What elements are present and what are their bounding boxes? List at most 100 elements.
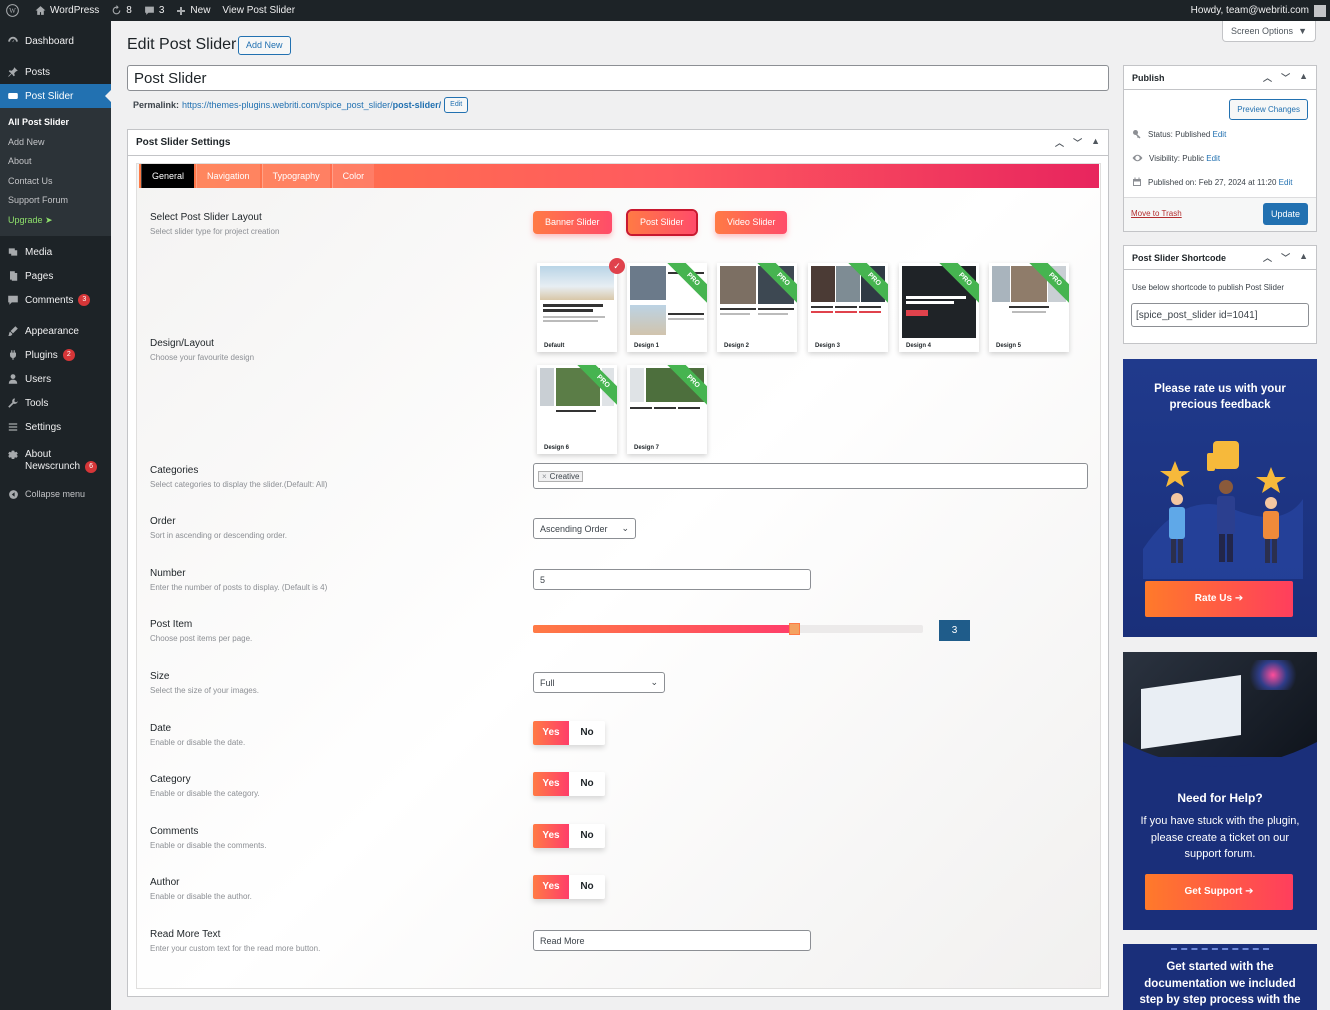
- publish-box: Publish ︿ ﹀ ▲ Preview Changes Status: Pu…: [1123, 65, 1317, 232]
- read-more-input[interactable]: [533, 930, 811, 951]
- order-value: Ascending Order: [540, 523, 608, 534]
- design-card-default[interactable]: Default: [537, 263, 617, 352]
- menu-dashboard[interactable]: Dashboard: [0, 29, 111, 53]
- new-content-link[interactable]: New: [170, 0, 216, 21]
- category-chip[interactable]: × Creative: [538, 470, 584, 482]
- chevron-down-icon: ⌄: [650, 677, 658, 687]
- rate-us-button[interactable]: Rate Us ➔: [1145, 581, 1293, 617]
- design-card-3[interactable]: PRO Design 3: [808, 263, 888, 352]
- submenu-about[interactable]: About: [0, 152, 111, 172]
- admin-sidebar: Dashboard Posts Post Slider All Post Sli…: [0, 21, 111, 1010]
- toggle-no[interactable]: No: [569, 875, 605, 899]
- post-item-slider[interactable]: [533, 623, 923, 635]
- tab-typography[interactable]: Typography: [261, 164, 330, 188]
- menu-users[interactable]: Users: [0, 367, 111, 391]
- toggle-yes[interactable]: Yes: [533, 875, 569, 899]
- comments-title: Comments: [150, 826, 199, 837]
- author-toggle[interactable]: Yes No: [533, 875, 605, 899]
- preview-changes-button[interactable]: Preview Changes: [1229, 99, 1308, 120]
- move-to-trash-link[interactable]: Move to Trash: [1131, 209, 1182, 218]
- settings-icon: [6, 420, 20, 434]
- submenu-support-forum[interactable]: Support Forum: [0, 191, 111, 211]
- shortcode-field[interactable]: [1131, 303, 1309, 327]
- comments-toggle[interactable]: Yes No: [533, 824, 605, 848]
- menu-comments[interactable]: Comments 3: [0, 288, 111, 312]
- menu-post-slider[interactable]: Post Slider: [0, 84, 111, 108]
- key-icon: [1133, 130, 1141, 139]
- design-card-4[interactable]: PRO Design 4: [899, 263, 979, 352]
- design-card-2[interactable]: PRO Design 2: [717, 263, 797, 352]
- updates-link[interactable]: 8: [105, 0, 138, 21]
- toggle-no[interactable]: No: [569, 824, 605, 848]
- menu-settings[interactable]: Settings: [0, 415, 111, 439]
- post-slider-submenu: All Post Slider Add New About Contact Us…: [0, 108, 111, 236]
- tab-navigation[interactable]: Navigation: [196, 164, 260, 188]
- chevron-up-icon[interactable]: ︿: [1263, 251, 1272, 264]
- remove-icon[interactable]: ×: [542, 472, 547, 481]
- date-toggle[interactable]: Yes No: [533, 721, 605, 745]
- account-menu[interactable]: Howdy, team@webriti.com: [1185, 0, 1330, 21]
- toggle-panel-icon[interactable]: ▲: [1299, 251, 1308, 264]
- categories-select[interactable]: × Creative: [533, 463, 1088, 489]
- tab-general[interactable]: General: [141, 164, 195, 188]
- collapse-menu[interactable]: Collapse menu: [0, 482, 111, 506]
- category-toggle[interactable]: Yes No: [533, 772, 605, 796]
- number-input[interactable]: [533, 569, 811, 590]
- slider-handle[interactable]: [789, 623, 801, 635]
- banner-slider-button[interactable]: Banner Slider: [533, 211, 612, 234]
- chevron-down-icon[interactable]: ﹀: [1281, 251, 1290, 264]
- menu-about-newscrunch[interactable]: About Newscrunch 6: [0, 446, 111, 476]
- tab-color[interactable]: Color: [331, 164, 375, 188]
- video-slider-button[interactable]: Video Slider: [715, 211, 788, 234]
- order-desc: Sort in ascending or descending order.: [150, 531, 287, 540]
- toggle-no[interactable]: No: [569, 772, 605, 796]
- submenu-add-new[interactable]: Add New: [0, 133, 111, 153]
- design-title: Design/Layout: [150, 338, 214, 349]
- design-card-7[interactable]: PRO Design 7: [627, 365, 707, 454]
- get-support-button[interactable]: Get Support ➔: [1145, 874, 1293, 910]
- menu-label: Dashboard: [25, 35, 74, 47]
- menu-posts[interactable]: Posts: [0, 60, 111, 84]
- category-row-label: Category Enable or disable the category.: [150, 774, 260, 798]
- screen-options-button[interactable]: Screen Options ▼: [1222, 21, 1316, 42]
- design-card-1[interactable]: PRO Design 1: [627, 263, 707, 352]
- permalink-link[interactable]: https://themes-plugins.webriti.com/spice…: [182, 100, 441, 110]
- chevron-up-icon[interactable]: ︿: [1263, 71, 1272, 84]
- comments-link[interactable]: 3: [138, 0, 171, 21]
- view-post-slider-link[interactable]: View Post Slider: [216, 0, 301, 21]
- toggle-panel-icon[interactable]: ▲: [1091, 136, 1100, 149]
- chevron-up-icon[interactable]: ︿: [1055, 136, 1064, 149]
- wordpress-logo-icon[interactable]: W: [0, 0, 29, 21]
- menu-appearance[interactable]: Appearance: [0, 319, 111, 343]
- post-slider-button[interactable]: Post Slider: [626, 209, 698, 236]
- submenu-all-post-slider[interactable]: All Post Slider: [0, 113, 111, 133]
- menu-media[interactable]: Media: [0, 240, 111, 264]
- order-select[interactable]: Ascending Order ⌄: [533, 518, 636, 539]
- site-name-link[interactable]: WordPress: [29, 0, 105, 21]
- design-caption: Design 7: [634, 445, 660, 451]
- toggle-no[interactable]: No: [569, 721, 605, 745]
- toggle-yes[interactable]: Yes: [533, 824, 569, 848]
- menu-tools[interactable]: Tools: [0, 391, 111, 415]
- design-card-6[interactable]: PRO Design 6: [537, 365, 617, 454]
- add-new-button[interactable]: Add New: [238, 36, 291, 55]
- update-button[interactable]: Update: [1262, 203, 1308, 225]
- toggle-yes[interactable]: Yes: [533, 721, 569, 745]
- number-title: Number: [150, 568, 186, 579]
- permalink-edit-button[interactable]: Edit: [444, 97, 469, 113]
- toggle-yes[interactable]: Yes: [533, 772, 569, 796]
- chevron-down-icon[interactable]: ﹀: [1281, 71, 1290, 84]
- submenu-contact-us[interactable]: Contact Us: [0, 172, 111, 192]
- submenu-upgrade[interactable]: Upgrade ➤: [0, 211, 111, 231]
- design-card-5[interactable]: PRO Design 5: [989, 263, 1069, 352]
- menu-pages[interactable]: Pages: [0, 264, 111, 288]
- menu-plugins[interactable]: Plugins 2: [0, 343, 111, 367]
- visibility-edit-link[interactable]: Edit: [1206, 154, 1220, 163]
- published-edit-link[interactable]: Edit: [1279, 178, 1293, 187]
- size-select[interactable]: Full ⌄: [533, 672, 665, 693]
- calendar-icon: [1133, 177, 1141, 186]
- status-edit-link[interactable]: Edit: [1213, 130, 1227, 139]
- toggle-panel-icon[interactable]: ▲: [1299, 71, 1308, 84]
- chevron-down-icon[interactable]: ﹀: [1073, 136, 1082, 149]
- post-title-input[interactable]: [127, 65, 1109, 91]
